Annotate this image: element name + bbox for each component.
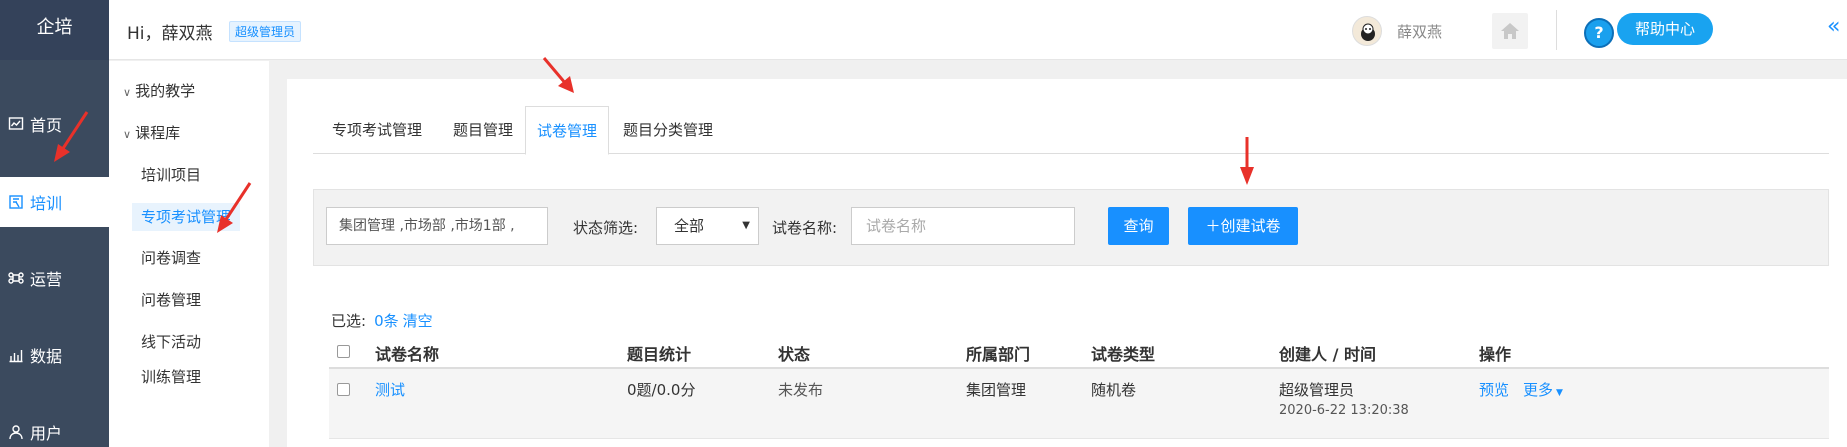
select-all-checkbox[interactable] [337, 345, 350, 358]
column-header: 创建人 / 时间 [1279, 345, 1376, 364]
tab-question-category[interactable]: 题目分类管理 [609, 106, 727, 154]
subnav-item-questionnaire[interactable]: 问卷管理 [109, 286, 269, 314]
paper-name-label: 试卷名称: [772, 219, 838, 237]
table-header: 试卷名称 题目统计 状态 所属部门 试卷类型 创建人 / 时间 操作 [329, 333, 1829, 369]
paper-table: 试卷名称 题目统计 状态 所属部门 试卷类型 创建人 / 时间 操作 测试 0题… [329, 333, 1829, 439]
caret-down-icon: ▼ [742, 220, 750, 231]
status-select[interactable]: 全部 ▼ [656, 207, 759, 245]
column-header: 试卷名称 [375, 345, 440, 364]
nav-item-users[interactable]: 用户 [0, 407, 109, 447]
column-header: 状态 [778, 345, 811, 364]
more-dropdown[interactable]: 更多 ▼ [1523, 379, 1563, 400]
chevron-down-icon: ∨ [123, 128, 132, 141]
main-content: 专项考试管理 题目管理 试卷管理 题目分类管理 集团管理 ,市场部 ,市场1部 … [287, 79, 1847, 447]
home-button[interactable] [1492, 13, 1528, 49]
paper-name-input[interactable] [851, 207, 1075, 245]
role-badge: 超级管理员 [229, 21, 302, 42]
subnav-group-course-library[interactable]: ∨ 课程库 [109, 119, 269, 147]
department-selector[interactable]: 集团管理 ,市场部 ,市场1部 , [326, 207, 548, 245]
brand-logo: 企培 [0, 0, 109, 60]
top-header: Hi，薛双燕 超级管理员 薛双燕 ? 帮助中心 « [109, 0, 1847, 60]
creator-text: 超级管理员 [1279, 381, 1355, 399]
annotation-arrow-icon [54, 111, 89, 162]
annotation-arrow-icon [217, 182, 252, 233]
subnav-item-survey[interactable]: 问卷调查 [109, 244, 269, 272]
header-divider [1556, 10, 1557, 50]
tab-exam-management[interactable]: 专项考试管理 [313, 106, 441, 154]
bar-chart-icon [9, 350, 23, 363]
greeting-text: Hi，薛双燕 [127, 24, 213, 44]
nav-item-training[interactable]: 培训 [0, 177, 109, 227]
dashboard-icon [8, 117, 24, 130]
query-button[interactable]: 查询 [1108, 207, 1169, 245]
subnav-group-my-teaching[interactable]: ∨ 我的教学 [109, 77, 269, 105]
created-time: 2020-6-22 13:20:38 [1279, 403, 1409, 418]
help-question-icon[interactable]: ? [1584, 18, 1614, 48]
row-checkbox[interactable] [337, 383, 350, 396]
nav-item-operations[interactable]: 运营 [0, 253, 109, 303]
annotation-arrow-icon [1240, 137, 1254, 185]
selection-summary: 已选: 0条 清空 [331, 312, 433, 330]
tab-paper-management[interactable]: 试卷管理 [525, 106, 609, 155]
department-text: 集团管理 [966, 381, 1027, 399]
column-header: 题目统计 [627, 345, 692, 364]
main-sidebar: 企培 首页 培训 运营 数据 用户 [0, 0, 109, 447]
create-paper-button[interactable]: ＋创建试卷 [1188, 207, 1298, 245]
filter-bar: 集团管理 ,市场部 ,市场1部 , 状态筛选: 全部 ▼ 试卷名称: 查询 ＋创… [313, 189, 1829, 266]
user-name[interactable]: 薛双燕 [1397, 21, 1442, 42]
status-text: 未发布 [778, 381, 824, 399]
user-icon [9, 425, 23, 440]
help-center-button[interactable]: 帮助中心 [1617, 13, 1713, 45]
paper-name-link[interactable]: 测试 [375, 379, 405, 400]
selected-count: 0条 [374, 312, 399, 330]
nav-label: 运营 [30, 270, 63, 289]
command-icon [8, 272, 24, 284]
tab-question-management[interactable]: 题目管理 [441, 106, 525, 154]
subnav-item-offline-activity[interactable]: 线下活动 [109, 328, 269, 356]
nav-label: 数据 [30, 347, 63, 366]
clear-selection-link[interactable]: 清空 [403, 312, 433, 330]
chevron-down-icon: ∨ [123, 86, 132, 99]
column-header: 操作 [1479, 345, 1512, 364]
table-row: 测试 0题/0.0分 未发布 集团管理 随机卷 超级管理员 2020-6-22 … [329, 369, 1829, 439]
column-header: 所属部门 [966, 345, 1031, 364]
avatar[interactable] [1352, 16, 1382, 46]
tab-bar: 专项考试管理 题目管理 试卷管理 题目分类管理 [313, 106, 1829, 155]
question-stats: 0题/0.0分 [627, 381, 696, 399]
status-filter-label: 状态筛选: [573, 219, 639, 237]
nav-label: 培训 [30, 194, 63, 213]
annotation-arrow-icon [542, 57, 574, 93]
subnav-item-training-management[interactable]: 训练管理 [109, 363, 269, 387]
nav-item-data[interactable]: 数据 [0, 330, 109, 380]
column-header: 试卷类型 [1091, 345, 1156, 364]
book-icon [9, 195, 23, 209]
nav-label: 用户 [30, 424, 63, 443]
preview-link[interactable]: 预览 [1479, 379, 1509, 400]
secondary-sidebar: ∨ 我的教学 ∨ 课程库 培训项目 专项考试管理 问卷调查 问卷管理 线下活动 训练… [109, 61, 269, 447]
paper-type-text: 随机卷 [1091, 381, 1137, 399]
home-icon [1501, 23, 1519, 39]
caret-down-icon: ▼ [1556, 388, 1563, 398]
collapse-chevron-icon[interactable]: « [1827, 14, 1840, 39]
